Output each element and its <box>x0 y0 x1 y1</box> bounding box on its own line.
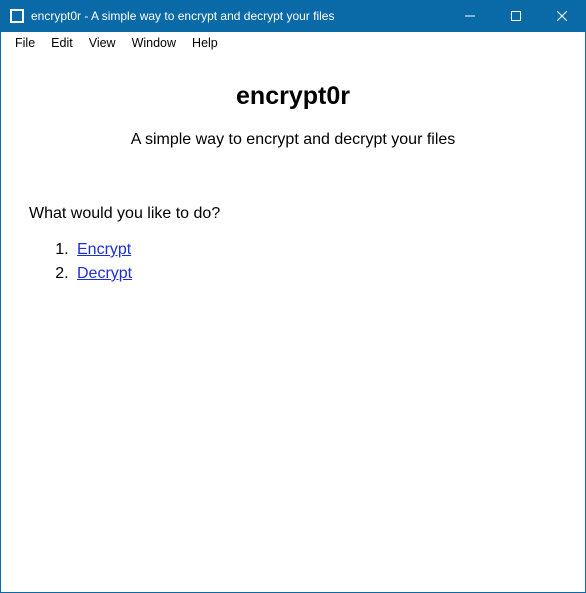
menu-bar: File Edit View Window Help <box>1 32 585 54</box>
app-subtitle: A simple way to encrypt and decrypt your… <box>29 131 557 149</box>
decrypt-link[interactable]: Decrypt <box>77 265 132 282</box>
window-controls <box>447 0 585 32</box>
list-item: Encrypt <box>73 241 557 259</box>
menu-view[interactable]: View <box>81 34 124 52</box>
menu-edit[interactable]: Edit <box>43 34 81 52</box>
maximize-button[interactable] <box>493 0 539 32</box>
list-item: Decrypt <box>73 265 557 283</box>
encrypt-link[interactable]: Encrypt <box>77 241 131 258</box>
options-list: Encrypt Decrypt <box>73 241 557 283</box>
content-area: encrypt0r A simple way to encrypt and de… <box>1 54 585 592</box>
menu-help[interactable]: Help <box>184 34 226 52</box>
window-title: encrypt0r - A simple way to encrypt and … <box>31 9 334 23</box>
prompt-text: What would you like to do? <box>29 205 557 223</box>
title-bar: encrypt0r - A simple way to encrypt and … <box>1 0 585 32</box>
app-title: encrypt0r <box>29 82 557 111</box>
minimize-button[interactable] <box>447 0 493 32</box>
close-button[interactable] <box>539 0 585 32</box>
menu-window[interactable]: Window <box>124 34 184 52</box>
menu-file[interactable]: File <box>7 34 43 52</box>
app-icon <box>9 8 25 24</box>
